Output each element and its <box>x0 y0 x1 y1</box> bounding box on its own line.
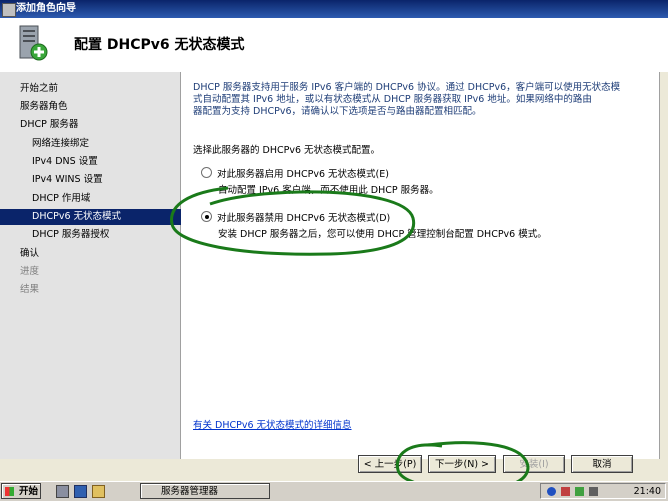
page-title: 配置 DHCPv6 无状态模式 <box>74 37 245 53</box>
explorer-quicklaunch-icon[interactable] <box>92 485 105 498</box>
sidebar-item-dhcp-authorization[interactable]: DHCP 服务器授权 <box>0 227 210 243</box>
volume-icon[interactable] <box>589 487 598 496</box>
sidebar-item-dhcpv6-stateless[interactable]: DHCPv6 无状态模式 <box>0 209 210 225</box>
wizard-steps-sidebar: 开始之前 服务器角色 DHCP 服务器 网络连接绑定 IPv4 DNS 设置 I… <box>0 72 210 459</box>
description-line: DHCP 服务器支持用于服务 IPv6 客户端的 DHCPv6 协议。通过 DH… <box>193 82 621 93</box>
right-edge-bar <box>659 72 668 459</box>
start-button[interactable]: 开始 <box>1 483 41 499</box>
sidebar-item-ipv4-dns[interactable]: IPv4 DNS 设置 <box>0 154 210 170</box>
sidebar-item-network-binding[interactable]: 网络连接绑定 <box>0 136 210 152</box>
sidebar-item-progress: 进度 <box>20 266 40 277</box>
title-bar[interactable]: 添加角色向导 <box>0 0 668 18</box>
sidebar-item-results: 结果 <box>20 284 40 295</box>
radio-disable[interactable] <box>201 211 212 222</box>
network-icon[interactable] <box>575 487 584 496</box>
windows-logo-icon <box>5 487 14 496</box>
sidebar-item-dhcp-scopes[interactable]: DHCP 作用域 <box>0 191 210 207</box>
description-line: 器配置为支持 DHCPv6，请确认以下选项是否与路由器配置相匹配。 <box>193 106 482 117</box>
sidebar-item-server-roles[interactable]: 服务器角色 <box>0 99 198 115</box>
option-disable-label: 对此服务器禁用 DHCPv6 无状态模式(D) <box>217 213 391 224</box>
sidebar-item-before-you-begin[interactable]: 开始之前 <box>0 81 198 97</box>
selection-prompt: 选择此服务器的 DHCPv6 无状态模式配置。 <box>193 145 381 156</box>
wizard-content-pane: DHCP 服务器支持用于服务 IPv6 客户端的 DHCPv6 协议。通过 DH… <box>181 72 659 459</box>
option-enable-stateless[interactable]: 对此服务器启用 DHCPv6 无状态模式(E) <box>201 167 389 181</box>
help-icon[interactable] <box>547 487 556 496</box>
option-disable-stateless[interactable]: 对此服务器禁用 DHCPv6 无状态模式(D) <box>201 211 390 225</box>
install-button: 安装(I) <box>503 455 565 473</box>
option-enable-label: 对此服务器启用 DHCPv6 无状态模式(E) <box>217 169 389 180</box>
window-title: 添加角色向导 <box>16 3 76 14</box>
system-tray: 21:40 <box>540 483 666 499</box>
taskbar-server-manager[interactable]: 服务器管理器 <box>140 483 270 499</box>
add-roles-wizard-window: 添加角色向导 配置 DHCPv6 无状态模式 开始之前 服务器角色 DHCP 服… <box>0 0 668 481</box>
sidebar-item-confirmation[interactable]: 确认 <box>0 246 198 262</box>
radio-enable[interactable] <box>201 167 212 178</box>
clock[interactable]: 21:40 <box>634 484 661 499</box>
task-label: 服务器管理器 <box>161 486 219 497</box>
previous-button[interactable]: < 上一步(P) <box>358 455 422 473</box>
wizard-icon <box>2 3 16 17</box>
option-enable-description: 自动配置 IPv6 客户端，而不使用此 DHCP 服务器。 <box>218 185 439 196</box>
taskbar: 开始 服务器管理器 21:40 <box>0 481 668 501</box>
next-button[interactable]: 下一步(N) > <box>428 455 496 473</box>
cancel-button[interactable]: 取消 <box>571 455 633 473</box>
powershell-quicklaunch-icon[interactable] <box>74 485 87 498</box>
sidebar-item-ipv4-wins[interactable]: IPv4 WINS 设置 <box>0 172 210 188</box>
wizard-header: 配置 DHCPv6 无状态模式 <box>0 18 668 73</box>
help-link[interactable]: 有关 DHCPv6 无状态模式的详细信息 <box>193 417 352 431</box>
description-line: 式自动配置其 IPv6 地址，或以有状态模式从 DHCP 服务器获取 IPv6 … <box>193 94 592 105</box>
security-icon[interactable] <box>561 487 570 496</box>
option-disable-description: 安装 DHCP 服务器之后，您可以使用 DHCP 管理控制台配置 DHCPv6 … <box>218 229 547 240</box>
sidebar-item-dhcp-server[interactable]: DHCP 服务器 <box>0 117 198 133</box>
server-role-icon <box>19 25 48 61</box>
server-manager-quicklaunch-icon[interactable] <box>56 485 69 498</box>
description-text: DHCP 服务器支持用于服务 IPv6 客户端的 DHCPv6 协议。通过 DH… <box>193 82 643 118</box>
button-bar <box>0 459 668 481</box>
start-label: 开始 <box>18 486 38 497</box>
